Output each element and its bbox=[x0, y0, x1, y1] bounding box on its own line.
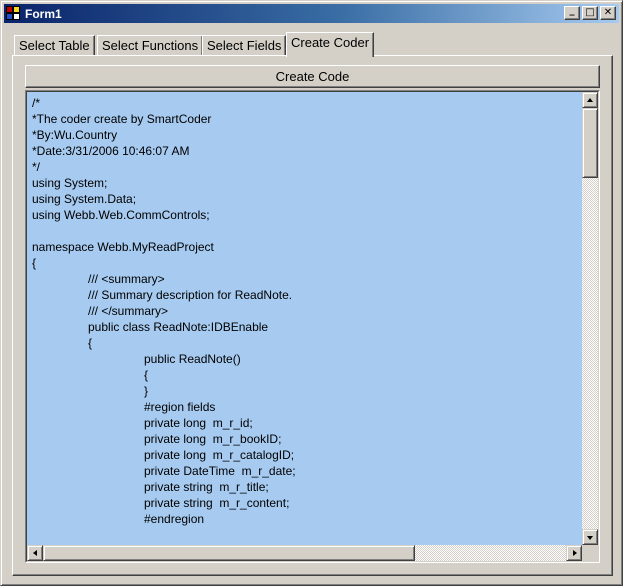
code-line: using System; bbox=[32, 176, 108, 190]
tab-create-coder[interactable]: Create Coder bbox=[286, 32, 375, 57]
close-icon: ✕ bbox=[603, 7, 613, 18]
tab-label: Select Table bbox=[19, 38, 90, 53]
tab-label: Select Functions bbox=[102, 38, 199, 53]
horizontal-scrollbar[interactable] bbox=[27, 545, 582, 561]
code-line: private string m_r_title; bbox=[144, 480, 269, 494]
scrollbar-corner bbox=[582, 545, 598, 561]
arrow-left-icon bbox=[33, 550, 37, 556]
minimize-icon: _ bbox=[569, 5, 575, 16]
code-line: /// </summary> bbox=[88, 304, 169, 318]
code-line: public class ReadNote:IDBEnable bbox=[88, 320, 269, 334]
code-line: *Date:3/31/2006 10:46:07 AM bbox=[32, 144, 190, 158]
code-line: private string m_r_content; bbox=[144, 496, 290, 510]
main-window: Form1 _ □ ✕ Select Table Select Function… bbox=[0, 0, 623, 586]
arrow-down-icon bbox=[587, 536, 593, 540]
scroll-down-button[interactable] bbox=[582, 529, 598, 545]
code-line: using Webb.Web.CommControls; bbox=[32, 208, 210, 222]
title-bar[interactable]: Form1 _ □ ✕ bbox=[4, 4, 619, 23]
horizontal-scroll-thumb[interactable] bbox=[43, 545, 415, 561]
window-title: Form1 bbox=[25, 6, 62, 21]
create-code-label: Create Code bbox=[275, 69, 350, 84]
close-button[interactable]: ✕ bbox=[600, 6, 616, 20]
code-line: private long m_r_catalogID; bbox=[144, 448, 295, 462]
scroll-right-button[interactable] bbox=[566, 545, 582, 561]
vertical-scroll-thumb[interactable] bbox=[582, 108, 598, 178]
code-line: /// Summary description for ReadNote. bbox=[88, 288, 293, 302]
code-line: #endregion bbox=[144, 512, 205, 526]
code-line: *By:Wu.Country bbox=[32, 128, 118, 142]
scroll-left-button[interactable] bbox=[27, 545, 43, 561]
create-code-button[interactable]: Create Code bbox=[25, 65, 600, 88]
tab-select-fields[interactable]: Select Fields bbox=[202, 35, 287, 56]
tab-label: Create Coder bbox=[291, 35, 370, 50]
maximize-icon: □ bbox=[585, 7, 595, 18]
code-line: private long m_r_id; bbox=[144, 416, 253, 430]
code-line: { bbox=[88, 336, 93, 350]
vertical-scrollbar[interactable] bbox=[582, 92, 598, 545]
code-line: public ReadNote() bbox=[144, 352, 241, 366]
code-line: { bbox=[32, 256, 37, 270]
code-line: *The coder create by SmartCoder bbox=[32, 112, 212, 126]
scroll-up-button[interactable] bbox=[582, 92, 598, 108]
code-text-area[interactable]: /* *The coder create by SmartCoder *By:Wu.… bbox=[27, 92, 582, 545]
code-line: private long m_r_bookID; bbox=[144, 432, 282, 446]
code-textbox[interactable]: /* *The coder create by SmartCoder *By:Wu.… bbox=[25, 90, 600, 563]
arrow-right-icon bbox=[573, 550, 577, 556]
maximize-button[interactable]: □ bbox=[582, 6, 598, 20]
code-line: #region fields bbox=[144, 400, 216, 414]
app-icon[interactable] bbox=[6, 5, 22, 22]
code-line: /// <summary> bbox=[88, 272, 165, 286]
tab-select-table[interactable]: Select Table bbox=[14, 35, 95, 56]
code-line: private DateTime m_r_date; bbox=[144, 464, 296, 478]
code-line: /* bbox=[32, 96, 41, 110]
code-line: } bbox=[144, 384, 149, 398]
code-line: using System.Data; bbox=[32, 192, 137, 206]
code-line: { bbox=[144, 368, 149, 382]
arrow-up-icon bbox=[587, 98, 593, 102]
code-line: namespace Webb.MyReadProject bbox=[32, 240, 214, 254]
code-line: */ bbox=[32, 160, 41, 174]
tab-label: Select Fields bbox=[207, 38, 282, 53]
minimize-button[interactable]: _ bbox=[564, 6, 580, 20]
tab-select-functions[interactable]: Select Functions bbox=[97, 35, 204, 56]
